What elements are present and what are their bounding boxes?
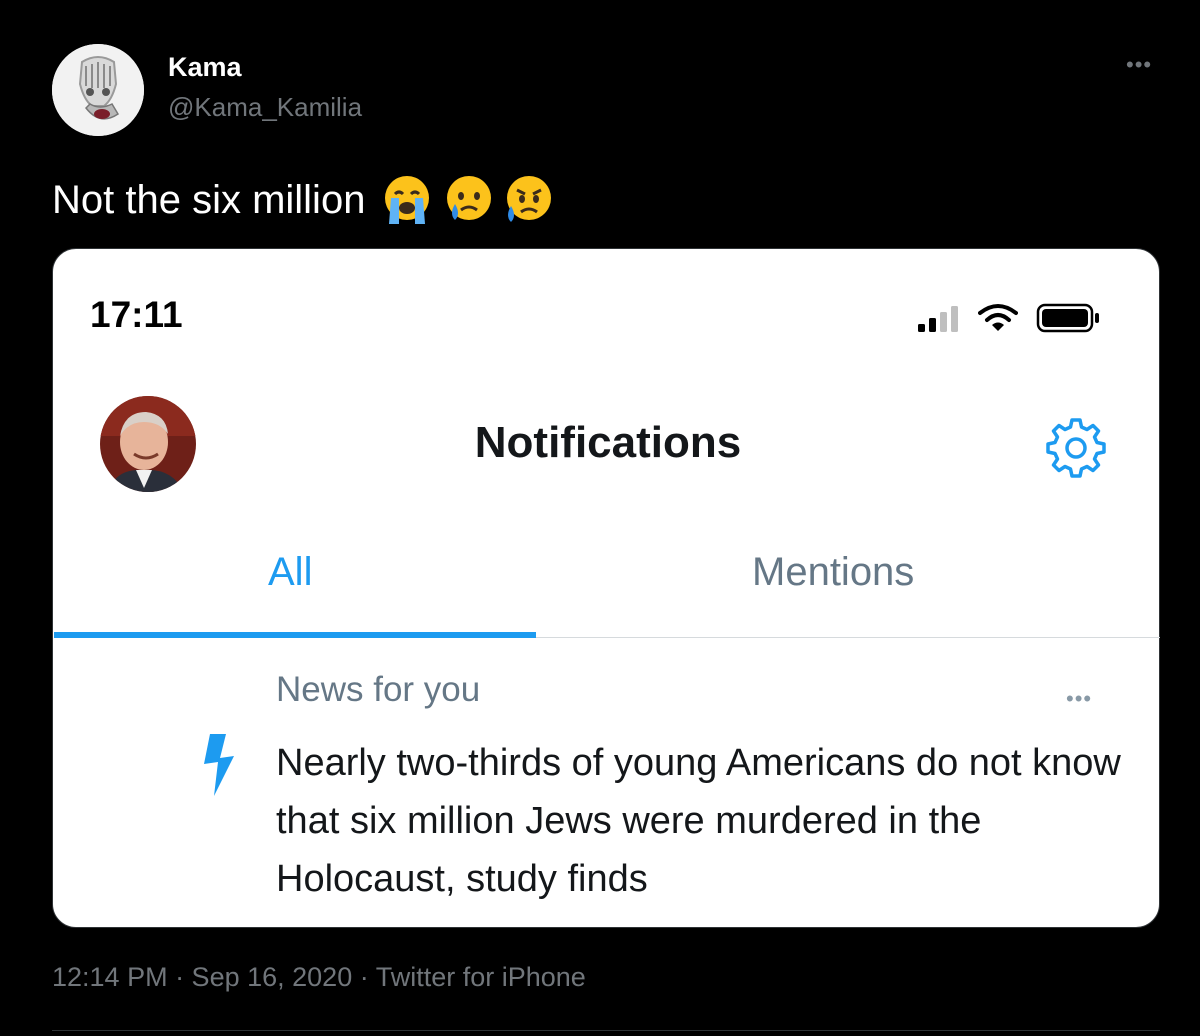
author-avatar[interactable]	[52, 44, 144, 136]
page-title: Notifications	[474, 418, 742, 467]
status-bar-icons	[916, 300, 1100, 336]
notification-more-icon[interactable]: •••	[1066, 686, 1092, 712]
tab-all[interactable]: All	[268, 550, 312, 595]
battery-icon	[1036, 303, 1099, 333]
status-bar-time: 17:11	[90, 294, 183, 335]
tab-selected-indicator	[54, 632, 536, 638]
crying-face-icon	[447, 176, 492, 220]
loudly-crying-face-icon	[385, 176, 430, 224]
emoji-group	[379, 172, 555, 228]
wifi-icon	[978, 304, 1018, 331]
settings-gear-icon[interactable]	[1044, 414, 1108, 478]
skull-mask-avatar-icon	[52, 44, 144, 136]
lightning-bolt-icon	[204, 734, 234, 796]
tweet-text: Not the six million	[52, 172, 555, 228]
more-dots-icon[interactable]: •••	[1126, 52, 1152, 78]
cellular-signal-icon	[918, 306, 958, 332]
notification-headline[interactable]: Nearly two-thirds of young Americans do …	[276, 734, 1136, 908]
tweet: Kama @Kama_Kamilia ••• Not the six milli…	[0, 0, 1200, 1036]
sad-but-relieved-face-icon	[507, 176, 552, 222]
tweet-timestamp[interactable]: 12:14 PM · Sep 16, 2020 · Twitter for iP…	[52, 962, 586, 993]
tweet-text-content: Not the six million	[52, 177, 366, 222]
author-name[interactable]: Kama	[168, 52, 242, 83]
tab-mentions[interactable]: Mentions	[752, 550, 914, 595]
author-handle[interactable]: @Kama_Kamilia	[168, 92, 362, 123]
notification-label: News for you	[276, 670, 481, 709]
divider	[52, 1030, 1160, 1031]
